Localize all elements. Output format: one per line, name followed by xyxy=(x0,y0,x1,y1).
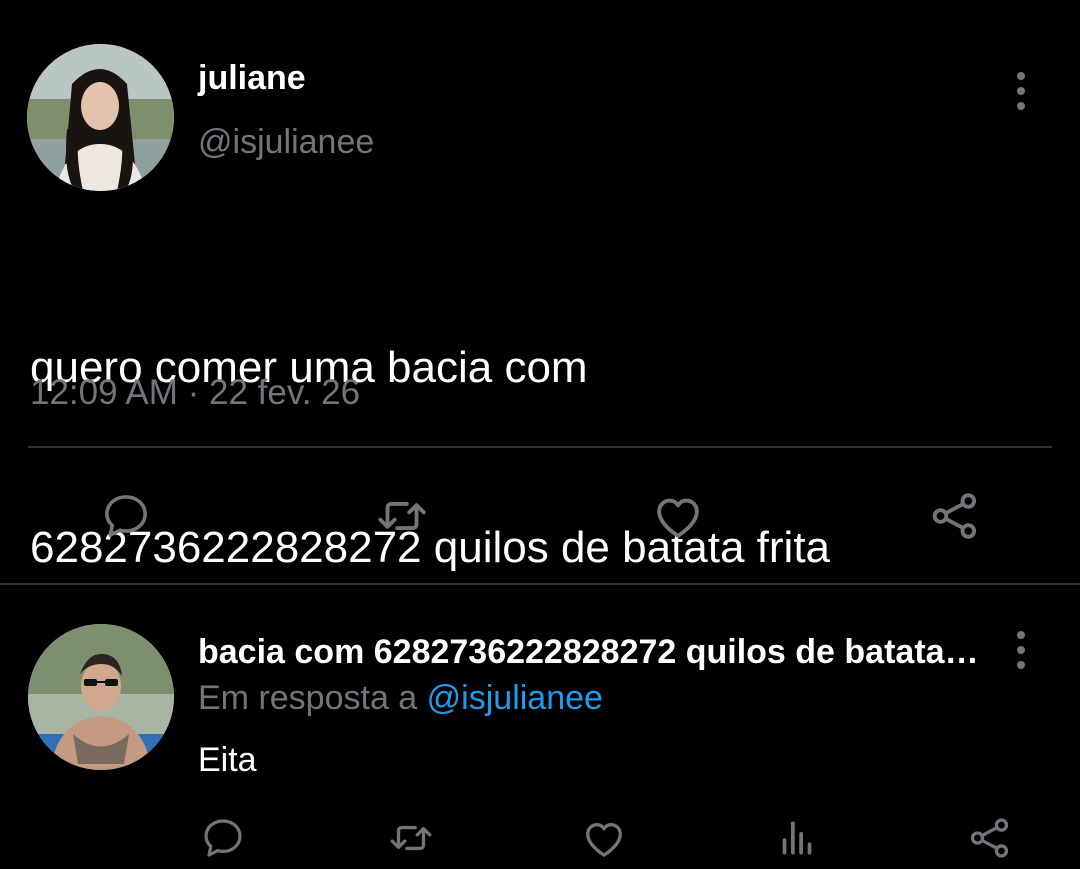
author-handle[interactable]: @isjulianee xyxy=(198,120,374,164)
author-avatar[interactable] xyxy=(27,44,174,191)
retweet-icon xyxy=(390,825,432,851)
retweet-button[interactable] xyxy=(372,486,432,546)
like-icon xyxy=(657,498,699,538)
divider xyxy=(28,446,1052,448)
tweet-timestamp[interactable]: 12:09 AM · 22 fev. 26 xyxy=(30,370,360,416)
more-dot-icon xyxy=(1017,87,1025,95)
retweet-icon xyxy=(378,501,426,531)
reply-context-mention[interactable]: @isjulianee xyxy=(427,679,603,717)
author-display-name[interactable]: juliane xyxy=(198,58,306,98)
share-icon xyxy=(970,818,1009,858)
more-options-button[interactable] xyxy=(1006,66,1036,116)
reply-author-display-name[interactable]: bacia com 6282736222828272 quilos de bat… xyxy=(198,632,988,672)
reply-like-button[interactable] xyxy=(574,808,634,868)
reply-context-prefix: Em resposta a xyxy=(198,679,427,717)
profile-photo-man xyxy=(28,624,174,770)
views-icon xyxy=(782,821,812,855)
more-dot-icon xyxy=(1017,646,1025,654)
tweet-text-line: 6282736222828272 quilos de batata frita xyxy=(30,523,831,572)
reply-context: Em resposta a @isjulianee xyxy=(198,676,603,720)
tweet-text: quero comer uma bacia com 62827362228282… xyxy=(30,218,1050,638)
reply-reply-button[interactable] xyxy=(193,808,253,868)
reply-retweet-button[interactable] xyxy=(381,808,441,868)
like-icon xyxy=(586,823,622,857)
more-dot-icon xyxy=(1017,102,1025,110)
more-dot-icon xyxy=(1017,661,1025,669)
reply-icon xyxy=(204,819,242,857)
reply-author-avatar[interactable] xyxy=(28,624,174,770)
share-button[interactable] xyxy=(925,486,985,546)
reply-share-button[interactable] xyxy=(960,808,1020,868)
like-button[interactable] xyxy=(648,486,708,546)
reply-text: Eita xyxy=(198,741,257,779)
reply-more-options-button[interactable] xyxy=(1006,625,1036,675)
reply-views-button[interactable] xyxy=(767,808,827,868)
profile-photo-woman xyxy=(27,44,174,191)
reply-icon xyxy=(105,495,147,537)
divider xyxy=(0,583,1080,585)
more-dot-icon xyxy=(1017,72,1025,80)
reply-button[interactable] xyxy=(96,486,156,546)
more-dot-icon xyxy=(1017,631,1025,639)
share-icon xyxy=(932,493,977,539)
